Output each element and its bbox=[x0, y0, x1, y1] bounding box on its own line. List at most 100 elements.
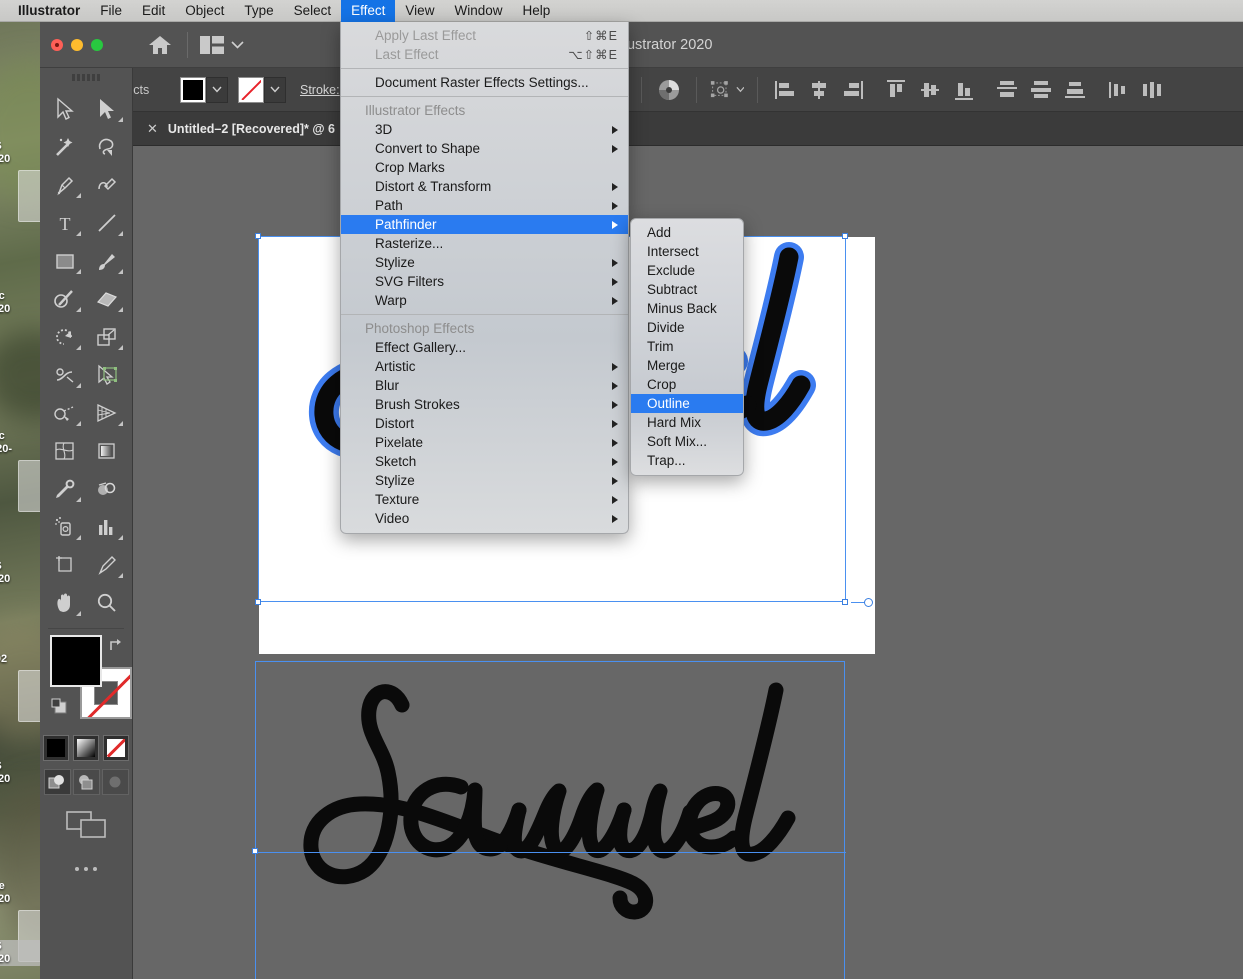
menubar-item-select[interactable]: Select bbox=[284, 0, 342, 22]
free-transform-tool[interactable] bbox=[86, 356, 128, 394]
menubar-item-help[interactable]: Help bbox=[512, 0, 560, 22]
transform-panel-icon[interactable] bbox=[710, 76, 745, 104]
fill-swatch-dropdown[interactable] bbox=[206, 76, 228, 103]
distribute-vertical-center-icon[interactable] bbox=[1027, 76, 1055, 104]
effect-menu-item-blur[interactable]: Blur bbox=[341, 376, 628, 395]
effect-menu-item-effect-gallery[interactable]: Effect Gallery... bbox=[341, 338, 628, 357]
maximize-window-button[interactable] bbox=[91, 38, 103, 51]
align-bottom-icon[interactable] bbox=[950, 76, 978, 104]
pathfinder-item-soft-mix[interactable]: Soft Mix... bbox=[631, 432, 743, 451]
gradient-tool[interactable] bbox=[86, 432, 128, 470]
lasso-tool[interactable] bbox=[86, 128, 128, 166]
zoom-tool[interactable] bbox=[86, 584, 128, 622]
rectangle-tool[interactable] bbox=[44, 242, 86, 280]
default-fill-stroke-icon[interactable] bbox=[50, 697, 70, 717]
mesh-tool[interactable] bbox=[44, 432, 86, 470]
document-tab[interactable]: ✕ Untitled–2 [Recovered]* @ 6 bbox=[133, 112, 351, 145]
pathfinder-item-exclude[interactable]: Exclude bbox=[631, 261, 743, 280]
desktop-file-label[interactable]: 202 bbox=[0, 640, 42, 666]
pathfinder-item-trap[interactable]: Trap... bbox=[631, 451, 743, 470]
direct-selection-tool[interactable] bbox=[86, 90, 128, 128]
fill-swatch-group[interactable] bbox=[180, 76, 228, 103]
menubar-item-effect[interactable]: Effect bbox=[341, 0, 396, 22]
effect-menu-item-pathfinder[interactable]: Pathfinder bbox=[341, 215, 628, 234]
effect-menu-item-video[interactable]: Video bbox=[341, 509, 628, 528]
effect-menu-item-convert-to-shape[interactable]: Convert to Shape bbox=[341, 139, 628, 158]
menubar-item-window[interactable]: Window bbox=[444, 0, 512, 22]
stroke-swatch-dropdown[interactable] bbox=[264, 76, 286, 103]
fill-color-box[interactable] bbox=[50, 635, 102, 687]
swap-fill-stroke-icon[interactable] bbox=[108, 637, 126, 655]
align-horizontal-center-icon[interactable] bbox=[805, 76, 833, 104]
pathfinder-item-outline[interactable]: Outline bbox=[631, 394, 743, 413]
align-right-icon[interactable] bbox=[839, 76, 867, 104]
effect-menu-item-warp[interactable]: Warp bbox=[341, 291, 628, 310]
menubar-item-edit[interactable]: Edit bbox=[132, 0, 175, 22]
close-icon[interactable]: ✕ bbox=[147, 121, 158, 137]
stroke-swatch-group[interactable] bbox=[238, 76, 286, 103]
fill-color-swatch[interactable] bbox=[180, 76, 206, 103]
effect-menu-item-texture[interactable]: Texture bbox=[341, 490, 628, 509]
edit-toolbar-icon[interactable] bbox=[40, 867, 132, 871]
pathfinder-item-trim[interactable]: Trim bbox=[631, 337, 743, 356]
artboard-tool[interactable] bbox=[44, 546, 86, 584]
pathfinder-item-crop[interactable]: Crop bbox=[631, 375, 743, 394]
distribute-bottom-icon[interactable] bbox=[1061, 76, 1089, 104]
effect-menu-item-stylize[interactable]: Stylize bbox=[341, 253, 628, 272]
pathfinder-item-intersect[interactable]: Intersect bbox=[631, 242, 743, 261]
align-top-icon[interactable] bbox=[882, 76, 910, 104]
selection-tool[interactable] bbox=[44, 90, 86, 128]
effect-menu-item-brush-strokes[interactable]: Brush Strokes bbox=[341, 395, 628, 414]
effect-menu-item-stylize[interactable]: Stylize bbox=[341, 471, 628, 490]
shaper-tool[interactable] bbox=[44, 280, 86, 318]
shape-builder-tool[interactable] bbox=[44, 394, 86, 432]
line-segment-tool[interactable] bbox=[86, 204, 128, 242]
tools-panel-gripper[interactable] bbox=[40, 68, 132, 86]
home-icon[interactable] bbox=[145, 30, 175, 60]
desktop-file-label[interactable]: S2020 bbox=[0, 760, 42, 786]
pathfinder-item-minus-back[interactable]: Minus Back bbox=[631, 299, 743, 318]
eraser-tool[interactable] bbox=[86, 280, 128, 318]
stroke-weight-label[interactable]: Stroke: bbox=[300, 83, 340, 97]
width-tool[interactable] bbox=[44, 356, 86, 394]
selection-handle-middle-left[interactable] bbox=[252, 848, 258, 854]
effect-menu-item-artistic[interactable]: Artistic bbox=[341, 357, 628, 376]
menubar-item-view[interactable]: View bbox=[395, 0, 444, 22]
hand-tool[interactable] bbox=[44, 584, 86, 622]
pathfinder-item-divide[interactable]: Divide bbox=[631, 318, 743, 337]
draw-inside-mode[interactable] bbox=[101, 769, 129, 795]
draw-behind-mode[interactable] bbox=[72, 769, 100, 795]
effect-menu-item-distort[interactable]: Distort bbox=[341, 414, 628, 433]
magic-wand-tool[interactable] bbox=[44, 128, 86, 166]
effect-menu-item-last-effect[interactable]: Last Effect ⌥⇧⌘E bbox=[341, 45, 628, 64]
distribute-top-icon[interactable] bbox=[993, 76, 1021, 104]
column-graph-tool[interactable] bbox=[86, 508, 128, 546]
menubar-item-object[interactable]: Object bbox=[175, 0, 234, 22]
desktop-file-label[interactable]: S2020 bbox=[0, 560, 42, 586]
effect-menu-item-document-raster-effects-settings[interactable]: Document Raster Effects Settings... bbox=[341, 73, 628, 92]
effect-menu-item-pixelate[interactable]: Pixelate bbox=[341, 433, 628, 452]
align-left-icon[interactable] bbox=[771, 76, 799, 104]
artboard-handle-top-right[interactable] bbox=[842, 233, 848, 239]
pathfinder-item-hard-mix[interactable]: Hard Mix bbox=[631, 413, 743, 432]
effect-menu-item-apply-last-effect[interactable]: Apply Last Effect ⇧⌘E bbox=[341, 26, 628, 45]
artboard-handle-top-left[interactable] bbox=[255, 233, 261, 239]
gradient-mode[interactable] bbox=[73, 735, 99, 761]
effect-menu-item-svg-filters[interactable]: SVG Filters bbox=[341, 272, 628, 291]
pathfinder-item-merge[interactable]: Merge bbox=[631, 356, 743, 375]
artwork-bottom[interactable] bbox=[252, 661, 846, 979]
draw-normal-mode[interactable] bbox=[43, 769, 71, 795]
effect-menu-item-distort-transform[interactable]: Distort & Transform bbox=[341, 177, 628, 196]
paintbrush-tool[interactable] bbox=[86, 242, 128, 280]
effect-menu-item-path[interactable]: Path bbox=[341, 196, 628, 215]
pathfinder-item-add[interactable]: Add bbox=[631, 223, 743, 242]
menubar-item-illustrator[interactable]: Illustrator bbox=[8, 0, 90, 22]
desktop-file-label[interactable]: Sc2020 bbox=[0, 290, 42, 316]
scale-tool[interactable] bbox=[86, 318, 128, 356]
minimize-window-button[interactable] bbox=[71, 38, 83, 51]
blend-tool[interactable] bbox=[86, 470, 128, 508]
stroke-color-swatch[interactable] bbox=[238, 76, 264, 103]
effect-menu-item-3d[interactable]: 3D bbox=[341, 120, 628, 139]
type-tool[interactable]: T bbox=[44, 204, 86, 242]
arrange-documents-icon[interactable] bbox=[200, 35, 244, 54]
